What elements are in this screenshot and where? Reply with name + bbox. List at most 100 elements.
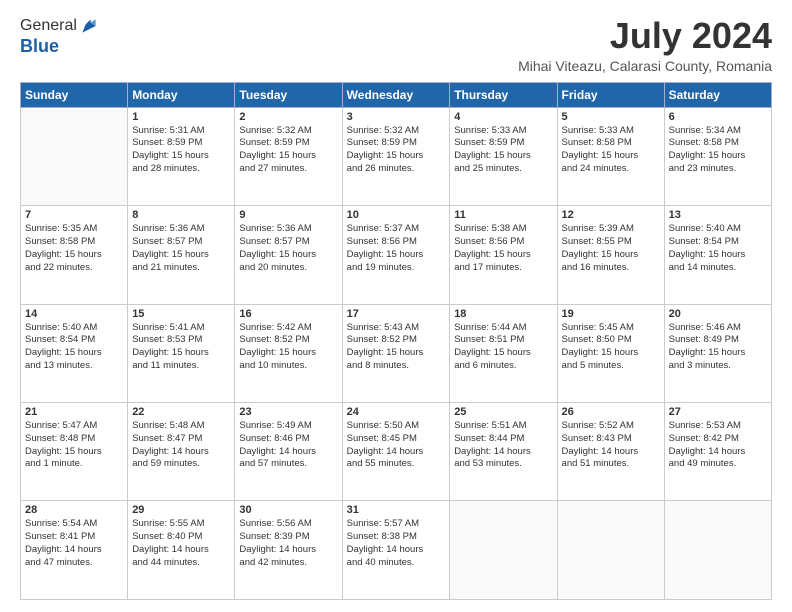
day-number: 22 xyxy=(132,406,230,418)
table-row: 30 Sunrise: 5:56 AM Sunset: 8:39 PM Dayli… xyxy=(235,501,342,600)
table-row xyxy=(557,501,664,600)
day-info: Sunrise: 5:46 AM Sunset: 8:49 PM Dayligh… xyxy=(669,322,767,373)
day-number: 3 xyxy=(347,111,446,123)
day-number: 13 xyxy=(669,209,767,221)
day-info: Sunrise: 5:41 AM Sunset: 8:53 PM Dayligh… xyxy=(132,322,230,373)
day-number: 10 xyxy=(347,209,446,221)
day-number: 15 xyxy=(132,308,230,320)
calendar-header-row: Sunday Monday Tuesday Wednesday Thursday… xyxy=(21,82,772,107)
table-row xyxy=(664,501,771,600)
table-row: 20 Sunrise: 5:46 AM Sunset: 8:49 PM Dayli… xyxy=(664,304,771,402)
table-row: 22 Sunrise: 5:48 AM Sunset: 8:47 PM Dayli… xyxy=(128,403,235,501)
table-row: 16 Sunrise: 5:42 AM Sunset: 8:52 PM Dayli… xyxy=(235,304,342,402)
day-info: Sunrise: 5:36 AM Sunset: 8:57 PM Dayligh… xyxy=(132,223,230,274)
table-row xyxy=(21,107,128,205)
month-title: July 2024 xyxy=(518,16,772,56)
table-row: 13 Sunrise: 5:40 AM Sunset: 8:54 PM Dayli… xyxy=(664,206,771,304)
day-info: Sunrise: 5:49 AM Sunset: 8:46 PM Dayligh… xyxy=(239,420,337,471)
day-number: 28 xyxy=(25,504,123,516)
table-row xyxy=(450,501,557,600)
table-row: 7 Sunrise: 5:35 AM Sunset: 8:58 PM Daylig… xyxy=(21,206,128,304)
table-row: 8 Sunrise: 5:36 AM Sunset: 8:57 PM Daylig… xyxy=(128,206,235,304)
day-info: Sunrise: 5:32 AM Sunset: 8:59 PM Dayligh… xyxy=(347,125,446,176)
day-number: 7 xyxy=(25,209,123,221)
day-number: 11 xyxy=(454,209,552,221)
calendar-week-row: 14Sunrise: 5:40 AM Sunset: 8:54 PM Dayli… xyxy=(21,304,772,402)
day-info: Sunrise: 5:48 AM Sunset: 8:47 PM Dayligh… xyxy=(132,420,230,471)
day-info: Sunrise: 5:51 AM Sunset: 8:44 PM Dayligh… xyxy=(454,420,552,471)
table-row: 25Sunrise: 5:51 AM Sunset: 8:44 PM Dayli… xyxy=(450,403,557,501)
day-number: 1 xyxy=(132,111,230,123)
day-info: Sunrise: 5:52 AM Sunset: 8:43 PM Dayligh… xyxy=(562,420,660,471)
day-info: Sunrise: 5:31 AM Sunset: 8:59 PM Dayligh… xyxy=(132,125,230,176)
table-row: 9 Sunrise: 5:36 AM Sunset: 8:57 PM Daylig… xyxy=(235,206,342,304)
day-info: Sunrise: 5:40 AM Sunset: 8:54 PM Dayligh… xyxy=(25,322,123,373)
day-number: 18 xyxy=(454,308,552,320)
day-info: Sunrise: 5:40 AM Sunset: 8:54 PM Dayligh… xyxy=(669,223,767,274)
day-info: Sunrise: 5:56 AM Sunset: 8:39 PM Dayligh… xyxy=(239,518,337,569)
day-info: Sunrise: 5:45 AM Sunset: 8:50 PM Dayligh… xyxy=(562,322,660,373)
day-number: 16 xyxy=(239,308,337,320)
day-number: 6 xyxy=(669,111,767,123)
table-row: 31Sunrise: 5:57 AM Sunset: 8:38 PM Dayli… xyxy=(342,501,450,600)
day-info: Sunrise: 5:35 AM Sunset: 8:58 PM Dayligh… xyxy=(25,223,123,274)
day-number: 20 xyxy=(669,308,767,320)
day-number: 9 xyxy=(239,209,337,221)
table-row: 21 Sunrise: 5:47 AM Sunset: 8:48 PM Dayli… xyxy=(21,403,128,501)
table-row: 17 Sunrise: 5:43 AM Sunset: 8:52 PM Dayli… xyxy=(342,304,450,402)
day-info: Sunrise: 5:50 AM Sunset: 8:45 PM Dayligh… xyxy=(347,420,446,471)
day-info: Sunrise: 5:55 AM Sunset: 8:40 PM Dayligh… xyxy=(132,518,230,569)
day-number: 19 xyxy=(562,308,660,320)
col-wednesday: Wednesday xyxy=(342,82,450,107)
logo-icon xyxy=(79,16,99,36)
day-info: Sunrise: 5:37 AM Sunset: 8:56 PM Dayligh… xyxy=(347,223,446,274)
logo-general-text: General xyxy=(20,17,77,35)
day-number: 27 xyxy=(669,406,767,418)
table-row: 11Sunrise: 5:38 AM Sunset: 8:56 PM Dayli… xyxy=(450,206,557,304)
title-block: July 2024 Mihai Viteazu, Calarasi County… xyxy=(518,16,772,74)
day-info: Sunrise: 5:43 AM Sunset: 8:52 PM Dayligh… xyxy=(347,322,446,373)
day-number: 4 xyxy=(454,111,552,123)
day-info: Sunrise: 5:42 AM Sunset: 8:52 PM Dayligh… xyxy=(239,322,337,373)
table-row: 27 Sunrise: 5:53 AM Sunset: 8:42 PM Dayli… xyxy=(664,403,771,501)
table-row: 4 Sunrise: 5:33 AM Sunset: 8:59 PM Daylig… xyxy=(450,107,557,205)
day-info: Sunrise: 5:39 AM Sunset: 8:55 PM Dayligh… xyxy=(562,223,660,274)
day-info: Sunrise: 5:33 AM Sunset: 8:59 PM Dayligh… xyxy=(454,125,552,176)
day-info: Sunrise: 5:34 AM Sunset: 8:58 PM Dayligh… xyxy=(669,125,767,176)
logo-blue-text: Blue xyxy=(20,36,99,57)
calendar-week-row: 28 Sunrise: 5:54 AM Sunset: 8:41 PM Dayli… xyxy=(21,501,772,600)
col-thursday: Thursday xyxy=(450,82,557,107)
table-row: 29Sunrise: 5:55 AM Sunset: 8:40 PM Dayli… xyxy=(128,501,235,600)
table-row: 24Sunrise: 5:50 AM Sunset: 8:45 PM Dayli… xyxy=(342,403,450,501)
calendar-table: Sunday Monday Tuesday Wednesday Thursday… xyxy=(20,82,772,600)
table-row: 6 Sunrise: 5:34 AM Sunset: 8:58 PM Daylig… xyxy=(664,107,771,205)
table-row: 28 Sunrise: 5:54 AM Sunset: 8:41 PM Dayli… xyxy=(21,501,128,600)
table-row: 10 Sunrise: 5:37 AM Sunset: 8:56 PM Dayli… xyxy=(342,206,450,304)
table-row: 26Sunrise: 5:52 AM Sunset: 8:43 PM Dayli… xyxy=(557,403,664,501)
day-info: Sunrise: 5:44 AM Sunset: 8:51 PM Dayligh… xyxy=(454,322,552,373)
location: Mihai Viteazu, Calarasi County, Romania xyxy=(518,58,772,74)
day-number: 23 xyxy=(239,406,337,418)
day-number: 30 xyxy=(239,504,337,516)
day-info: Sunrise: 5:54 AM Sunset: 8:41 PM Dayligh… xyxy=(25,518,123,569)
table-row: 14Sunrise: 5:40 AM Sunset: 8:54 PM Dayli… xyxy=(21,304,128,402)
table-row: 1 Sunrise: 5:31 AM Sunset: 8:59 PM Daylig… xyxy=(128,107,235,205)
day-number: 21 xyxy=(25,406,123,418)
col-tuesday: Tuesday xyxy=(235,82,342,107)
col-monday: Monday xyxy=(128,82,235,107)
day-info: Sunrise: 5:47 AM Sunset: 8:48 PM Dayligh… xyxy=(25,420,123,471)
col-friday: Friday xyxy=(557,82,664,107)
day-number: 5 xyxy=(562,111,660,123)
day-number: 31 xyxy=(347,504,446,516)
day-info: Sunrise: 5:36 AM Sunset: 8:57 PM Dayligh… xyxy=(239,223,337,274)
table-row: 3 Sunrise: 5:32 AM Sunset: 8:59 PM Daylig… xyxy=(342,107,450,205)
table-row: 18 Sunrise: 5:44 AM Sunset: 8:51 PM Dayli… xyxy=(450,304,557,402)
day-info: Sunrise: 5:33 AM Sunset: 8:58 PM Dayligh… xyxy=(562,125,660,176)
day-number: 17 xyxy=(347,308,446,320)
day-info: Sunrise: 5:53 AM Sunset: 8:42 PM Dayligh… xyxy=(669,420,767,471)
day-number: 12 xyxy=(562,209,660,221)
day-number: 8 xyxy=(132,209,230,221)
calendar-week-row: 7 Sunrise: 5:35 AM Sunset: 8:58 PM Daylig… xyxy=(21,206,772,304)
table-row: 12 Sunrise: 5:39 AM Sunset: 8:55 PM Dayli… xyxy=(557,206,664,304)
page: General Blue July 2024 Mihai Viteazu, Ca… xyxy=(0,0,792,612)
